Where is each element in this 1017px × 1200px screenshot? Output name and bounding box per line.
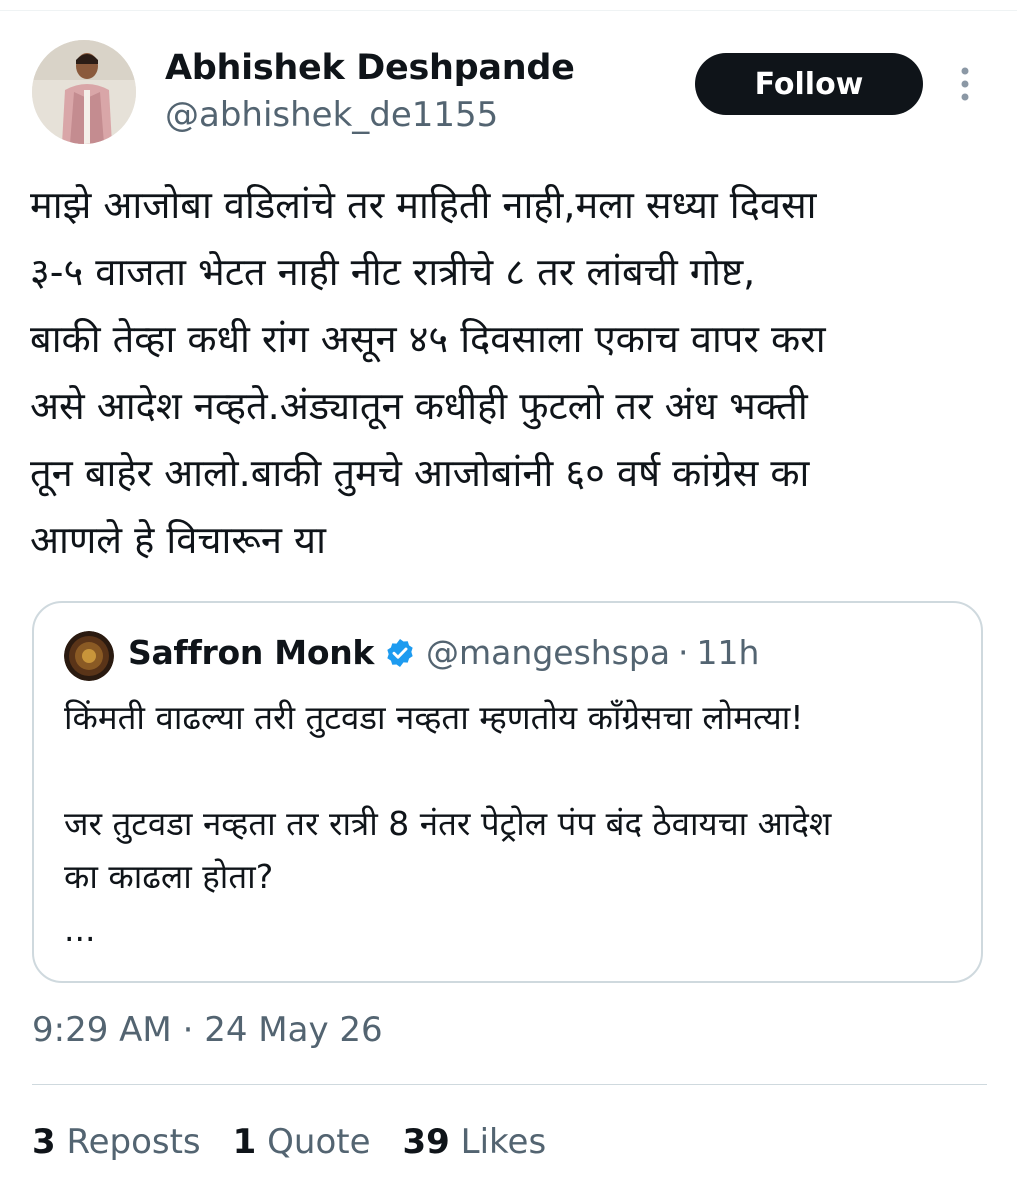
quoted-tweet-time[interactable]: 11h (697, 633, 760, 672)
stats-divider (32, 1084, 987, 1085)
tweet-timestamp: 9:29 AM · 24 May 26 (32, 1010, 383, 1050)
likes-stat[interactable]: 39 Likes (403, 1122, 547, 1162)
likes-label: Likes (460, 1122, 547, 1162)
quoted-tweet-card[interactable]: Saffron Monk @mangeshspa · 11h किंमती वा… (32, 601, 983, 983)
more-vertical-icon[interactable] (955, 66, 975, 102)
separator-dot: · (182, 1010, 194, 1050)
quoted-author-handle[interactable]: @mangeshspa (426, 633, 670, 672)
tweet-date-link[interactable]: 24 May 26 (204, 1010, 382, 1050)
quoted-author-name[interactable]: Saffron Monk (128, 633, 374, 672)
follow-button[interactable]: Follow (695, 53, 923, 115)
quotes-label: Quote (267, 1122, 371, 1162)
reposts-label: Reposts (66, 1122, 201, 1162)
author-avatar[interactable] (32, 40, 136, 144)
verified-badge-icon (384, 637, 416, 669)
quoted-tweet-header: Saffron Monk @mangeshspa · 11h (128, 633, 759, 672)
quoted-author-avatar[interactable] (64, 631, 114, 681)
reposts-count: 3 (32, 1122, 56, 1162)
quoted-tweet-text: किंमती वाढल्या तरी तुटवडा नव्हता म्हणतोय… (64, 698, 832, 949)
likes-count: 39 (402, 1122, 450, 1162)
top-divider (0, 10, 1017, 11)
quotes-stat[interactable]: 1 Quote (233, 1122, 371, 1162)
quotes-count: 1 (232, 1122, 257, 1162)
author-handle[interactable]: @abhishek_de1155 (165, 95, 498, 135)
separator-dot: · (678, 633, 689, 672)
reposts-stat[interactable]: 3 Reposts (32, 1122, 201, 1162)
tweet-text: माझे आजोबा वडिलांचे तर माहिती नाही,मला स… (30, 183, 826, 562)
tweet-time-link[interactable]: 9:29 AM (32, 1010, 172, 1050)
author-name[interactable]: Abhishek Deshpande (165, 48, 575, 88)
engagement-stats: 3 Reposts 1 Quote 39 Likes (32, 1122, 578, 1162)
